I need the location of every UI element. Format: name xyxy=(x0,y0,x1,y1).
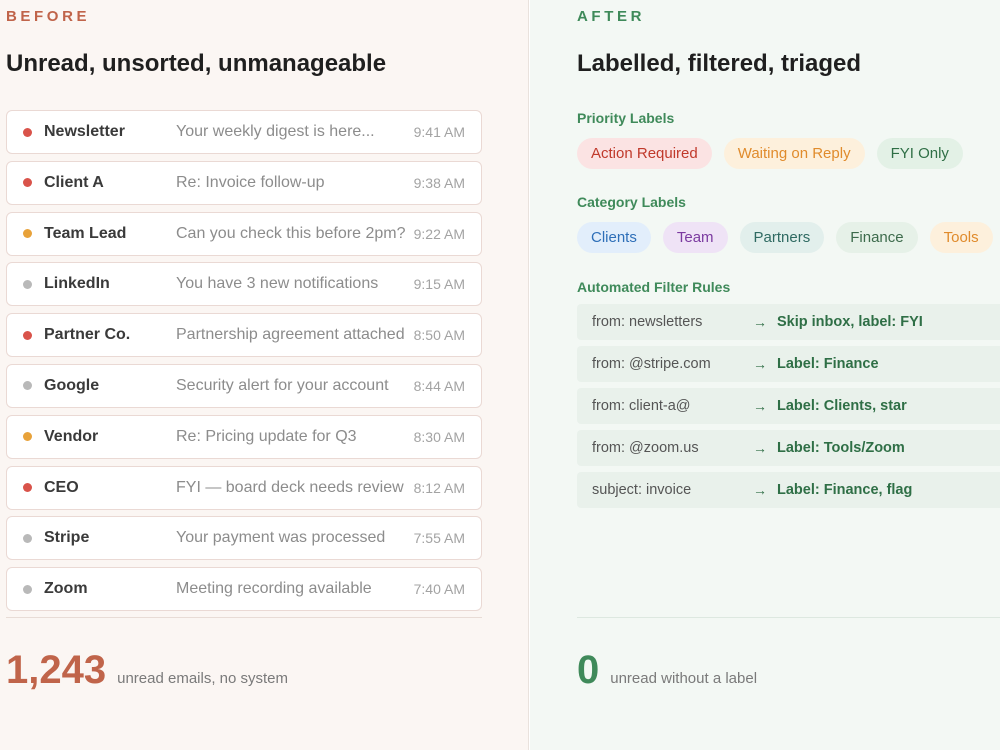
filter-rule-row[interactable]: from: @zoom.us → Label: Tools/Zoom xyxy=(577,430,1000,466)
email-time: 8:50 AM xyxy=(413,327,465,344)
unread-dot-icon xyxy=(23,330,32,340)
rule-action: Label: Finance, flag xyxy=(777,482,913,498)
filter-rule-row[interactable]: from: newsletters → Skip inbox, label: FYI xyxy=(577,304,1000,340)
filter-rule-row[interactable]: subject: invoice → Label: Finance, flag xyxy=(577,472,1000,508)
priority-label-chip[interactable]: Action Required xyxy=(577,138,712,169)
email-time: 7:55 AM xyxy=(413,530,465,547)
email-sender: Client A xyxy=(44,173,104,191)
email-subject: Security alert for your account xyxy=(176,376,389,394)
priority-label-chip[interactable]: Waiting on Reply xyxy=(723,138,865,169)
arrow-right-icon: → xyxy=(753,314,767,330)
arrow-right-icon: → xyxy=(753,398,767,414)
email-time: 9:22 AM xyxy=(413,225,465,242)
priority-label-chip[interactable]: FYI Only xyxy=(876,138,963,169)
after-stat: 0 unread without a label xyxy=(577,648,757,693)
before-divider xyxy=(6,617,482,618)
category-label-chip[interactable]: Clients xyxy=(577,222,651,253)
email-subject: FYI — board deck needs review xyxy=(176,478,404,496)
email-subject: You have 3 new notifications xyxy=(176,275,379,293)
category-labels: Clients Team Partners Finance Tools xyxy=(577,222,1000,253)
inbox-list: Newsletter Your weekly digest is here... 9… xyxy=(6,110,482,618)
unread-dot-icon xyxy=(23,127,32,137)
email-subject: Re: Invoice follow-up xyxy=(176,173,325,191)
email-row[interactable]: CEO FYI — board deck needs review 8:12 AM xyxy=(6,465,482,510)
rule-condition: from: @zoom.us xyxy=(592,440,699,456)
email-time: 8:44 AM xyxy=(413,377,465,394)
before-heading: Unread, unsorted, unmanageable xyxy=(6,50,387,77)
after-eyebrow: AFTER xyxy=(577,8,645,25)
priority-labels: Action Required Waiting on Reply FYI Only xyxy=(577,138,975,169)
unread-dot-icon xyxy=(23,178,32,188)
after-divider xyxy=(577,617,1000,618)
email-row[interactable]: LinkedIn You have 3 new notifications 9:15… xyxy=(6,262,482,307)
email-row[interactable]: Vendor Re: Pricing update for Q3 8:30 AM xyxy=(6,414,482,459)
email-row[interactable]: Partner Co. Partnership agreement attache… xyxy=(6,313,482,358)
email-subject: Can you check this before 2pm? xyxy=(176,224,406,242)
email-row[interactable]: Team Lead Can you check this before 2pm? 9… xyxy=(6,211,482,256)
email-subject: Partnership agreement attached xyxy=(176,326,405,344)
rule-condition: from: client-a@ xyxy=(592,398,691,414)
email-subject: Your payment was processed xyxy=(176,529,386,547)
unread-count: 1,243 xyxy=(6,648,107,692)
after-heading: Labelled, filtered, triaged xyxy=(577,50,862,77)
email-time: 9:41 AM xyxy=(413,124,465,140)
email-sender: Google xyxy=(44,376,100,394)
email-sender: Vendor xyxy=(44,427,99,445)
category-label-chip[interactable]: Team xyxy=(662,222,728,253)
unread-dot-icon xyxy=(23,381,32,391)
email-sender: CEO xyxy=(44,478,79,496)
filter-rule-row[interactable]: from: client-a@ → Label: Clients, star xyxy=(577,388,1000,424)
email-row[interactable]: Zoom Meeting recording available 7:40 AM xyxy=(6,567,482,612)
email-row[interactable]: Client A Re: Invoice follow-up 9:38 AM xyxy=(6,160,482,205)
before-stat: 1,243 unread emails, no system xyxy=(6,648,288,693)
email-time: 9:38 AM xyxy=(413,174,465,191)
category-labels-title: Category Labels xyxy=(577,194,686,210)
email-sender: LinkedIn xyxy=(44,275,110,293)
category-label-chip[interactable]: Partners xyxy=(739,222,825,253)
arrow-right-icon: → xyxy=(753,482,767,498)
email-subject: Meeting recording available xyxy=(176,580,372,598)
rule-action: Label: Finance xyxy=(777,356,879,372)
email-subject: Your weekly digest is here... xyxy=(176,123,375,140)
before-eyebrow: BEFORE xyxy=(6,8,91,25)
rule-action: Label: Clients, star xyxy=(777,398,907,414)
before-panel: BEFORE Unread, unsorted, unmanageable Ne… xyxy=(0,0,529,750)
email-sender: Zoom xyxy=(44,580,88,598)
email-sender: Team Lead xyxy=(44,224,127,242)
email-time: 9:15 AM xyxy=(413,276,465,293)
unread-dot-icon xyxy=(23,432,32,442)
rule-condition: from: @stripe.com xyxy=(592,356,711,372)
priority-labels-title: Priority Labels xyxy=(577,110,675,126)
rule-condition: from: newsletters xyxy=(592,314,703,330)
email-sender: Stripe xyxy=(44,529,90,547)
category-label-chip[interactable]: Tools xyxy=(929,222,993,253)
filter-rule-row[interactable]: from: @stripe.com → Label: Finance xyxy=(577,346,1000,382)
rule-action: Label: Tools/Zoom xyxy=(777,440,905,456)
email-sender: Newsletter xyxy=(44,123,125,140)
email-time: 8:30 AM xyxy=(413,428,465,445)
email-subject: Re: Pricing update for Q3 xyxy=(176,427,357,445)
unread-dot-icon xyxy=(23,584,32,594)
unread-count-label: unread emails, no system xyxy=(117,670,289,687)
email-time: 7:40 AM xyxy=(413,581,465,598)
filter-rules-title: Automated Filter Rules xyxy=(577,279,731,295)
email-row[interactable]: Newsletter Your weekly digest is here... 9… xyxy=(6,110,482,154)
unread-dot-icon xyxy=(23,533,32,543)
arrow-right-icon: → xyxy=(753,356,767,372)
rule-condition: subject: invoice xyxy=(592,482,692,498)
rule-action: Skip inbox, label: FYI xyxy=(777,314,923,330)
email-row[interactable]: Stripe Your payment was processed 7:55 AM xyxy=(6,516,482,561)
after-panel: AFTER Labelled, filtered, triaged Priori… xyxy=(530,0,1000,750)
filter-rules-list: from: newsletters → Skip inbox, label: FYI… xyxy=(577,304,1000,514)
unread-dot-icon xyxy=(23,279,32,289)
email-row[interactable]: Google Security alert for your account 8:4… xyxy=(6,363,482,408)
email-time: 8:12 AM xyxy=(413,479,465,496)
unlabelled-count: 0 xyxy=(577,648,600,692)
unlabelled-count-label: unread without a label xyxy=(610,670,758,687)
email-sender: Partner Co. xyxy=(44,326,131,344)
unread-dot-icon xyxy=(23,483,32,493)
category-label-chip[interactable]: Finance xyxy=(836,222,918,253)
arrow-right-icon: → xyxy=(753,440,767,456)
unread-dot-icon xyxy=(23,229,32,239)
